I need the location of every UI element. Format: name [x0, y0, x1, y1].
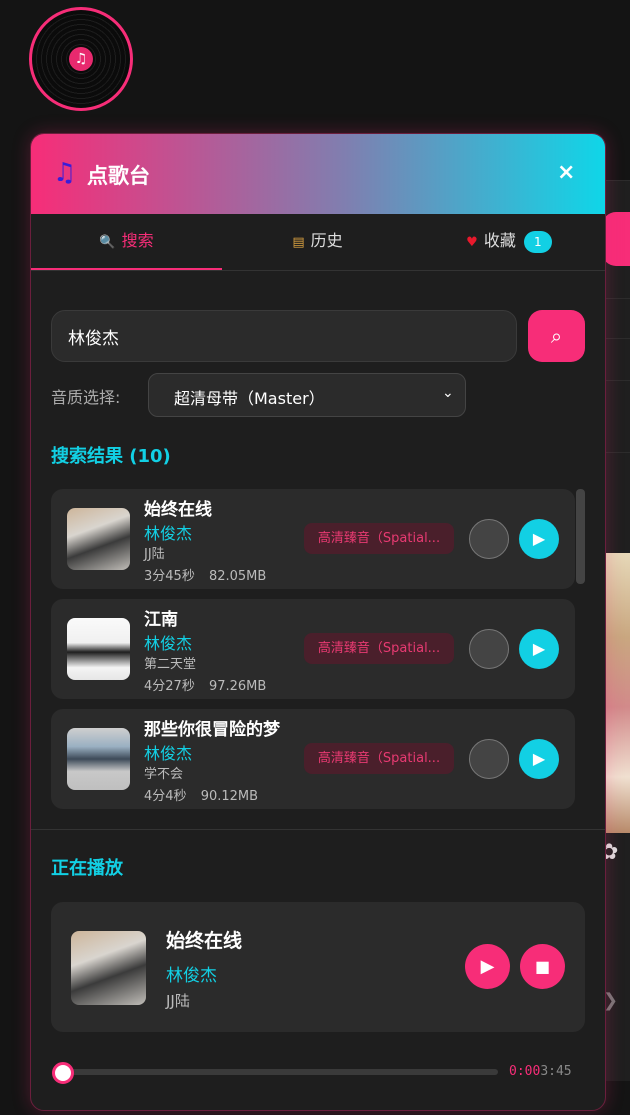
panel-title: 点歌台 — [87, 164, 150, 188]
list-item[interactable]: 江南 林俊杰 第二天堂 4分27秒 97.26MB 高清臻音（Spatial..… — [51, 599, 575, 699]
chevron-down-icon: ⌄ — [442, 385, 454, 401]
tab-history[interactable]: ▤ 历史 — [222, 214, 413, 268]
list-item[interactable]: 始终在线 林俊杰 JJ陆 3分45秒 82.05MB 高清臻音（Spatial.… — [51, 489, 575, 589]
now-playing-card: 始终在线 林俊杰 JJ陆 ▶ ■ — [51, 902, 585, 1032]
play-icon: ▶ — [480, 956, 495, 977]
song-title: 江南 — [144, 610, 178, 630]
play-icon: ▶ — [532, 529, 546, 548]
quality-label: 音质选择: — [51, 388, 121, 407]
song-artist[interactable]: 林俊杰 — [144, 630, 192, 654]
tab-label: 搜索 — [121, 231, 154, 250]
background-divider — [605, 298, 630, 299]
tab-bar: 🔍 搜索 ▤ 历史 ♥ 收藏 1 — [31, 214, 605, 271]
album-cover — [67, 508, 130, 570]
quality-tag: 高清臻音（Spatial... — [304, 523, 454, 554]
heart-icon: ♥ — [466, 235, 478, 250]
magnifier-icon: 🔍 — [99, 235, 116, 250]
results-list[interactable]: 始终在线 林俊杰 JJ陆 3分45秒 82.05MB 高清臻音（Spatial.… — [51, 489, 586, 819]
song-meta: 4分27秒 97.26MB — [144, 675, 266, 694]
song-artist[interactable]: 林俊杰 — [144, 740, 192, 764]
now-playing-album: JJ陆 — [166, 992, 190, 1010]
album-cover — [67, 618, 130, 680]
favorite-toggle-button[interactable] — [469, 629, 509, 669]
tab-search[interactable]: 🔍 搜索 — [31, 214, 222, 270]
music-note-icon: ♫ — [69, 47, 93, 71]
song-size: 90.12MB — [200, 789, 259, 804]
background-divider — [605, 338, 630, 339]
song-size: 97.26MB — [208, 679, 267, 694]
song-duration: 4分27秒 — [144, 679, 195, 694]
now-playing-heading: 正在播放 — [51, 858, 123, 879]
song-meta: 4分4秒 90.12MB — [144, 785, 258, 804]
favorite-toggle-button[interactable] — [469, 519, 509, 559]
tab-label: 历史 — [310, 231, 343, 250]
books-icon: ▤ — [292, 235, 305, 250]
song-title: 始终在线 — [144, 500, 212, 520]
song-album: 学不会 — [144, 767, 184, 782]
play-button[interactable]: ▶ — [519, 629, 559, 669]
album-cover — [71, 931, 146, 1005]
search-input[interactable] — [51, 310, 517, 362]
section-divider — [31, 829, 605, 830]
background-artwork — [603, 553, 630, 833]
song-request-panel: ♫ 点歌台 × 🔍 搜索 ▤ 历史 ♥ 收藏 1 ⌕ 音质选择: 超清母带（Master… — [30, 133, 606, 1111]
background-button — [602, 212, 630, 266]
now-playing-song: 始终在线 — [166, 930, 243, 952]
list-item[interactable]: 那些你很冒险的梦 林俊杰 学不会 4分4秒 90.12MB 高清臻音（Spati… — [51, 709, 575, 809]
background-divider — [605, 452, 630, 453]
play-icon: ▶ — [532, 639, 546, 658]
song-album: JJ陆 — [144, 547, 165, 562]
play-icon: ▶ — [532, 749, 546, 768]
album-cover — [67, 728, 130, 790]
music-note-icon: ♫ — [53, 158, 77, 188]
favorites-count-badge: 1 — [523, 230, 552, 253]
progress-bar[interactable] — [61, 1069, 498, 1075]
now-playing-artist: 林俊杰 — [166, 966, 217, 986]
song-duration: 3分45秒 — [144, 569, 195, 584]
tab-label: 收藏 — [483, 231, 516, 250]
stop-button[interactable]: ■ — [520, 944, 565, 989]
tab-favorites[interactable]: ♥ 收藏 1 — [413, 214, 605, 268]
search-icon: ⌕ — [550, 324, 563, 348]
song-duration: 4分4秒 — [144, 789, 187, 804]
stop-icon: ■ — [534, 957, 551, 976]
play-button[interactable]: ▶ — [519, 739, 559, 779]
quality-tag: 高清臻音（Spatial... — [304, 743, 454, 774]
background-divider — [605, 380, 630, 381]
current-time: 0:00 — [509, 1064, 541, 1079]
panel-header: ♫ 点歌台 × — [31, 134, 605, 214]
quality-select[interactable]: 超清母带（Master） ⌄ — [148, 373, 466, 417]
song-title: 那些你很冒险的梦 — [144, 720, 280, 740]
quality-tag: 高清臻音（Spatial... — [304, 633, 454, 664]
vinyl-disc-button[interactable]: ♫ — [29, 7, 133, 111]
play-button[interactable]: ▶ — [519, 519, 559, 559]
song-album: 第二天堂 — [144, 657, 197, 672]
quality-selected-value: 超清母带（Master） — [174, 389, 325, 408]
play-button[interactable]: ▶ — [465, 944, 510, 989]
song-size: 82.05MB — [208, 569, 267, 584]
close-button[interactable]: × — [557, 160, 575, 185]
search-button[interactable]: ⌕ — [528, 310, 585, 362]
time-display: 0:003:45 — [509, 1064, 572, 1079]
progress-handle[interactable] — [52, 1062, 74, 1084]
results-heading: 搜索结果 (10) — [51, 446, 171, 467]
favorite-toggle-button[interactable] — [469, 739, 509, 779]
song-meta: 3分45秒 82.05MB — [144, 565, 266, 584]
results-scrollbar[interactable] — [576, 489, 585, 584]
total-time: 3:45 — [540, 1064, 572, 1079]
song-artist[interactable]: 林俊杰 — [144, 520, 192, 544]
